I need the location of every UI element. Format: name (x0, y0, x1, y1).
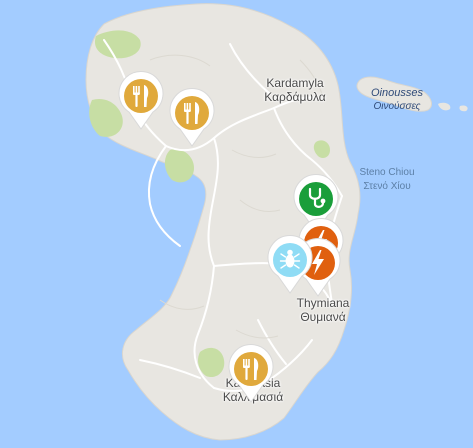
map-marker-restaurant[interactable] (116, 71, 166, 131)
map-view[interactable]: Kardamyla Καρδάμυλα Steno Chiou Στενό Χί… (0, 0, 473, 448)
fork-knife-icon (118, 71, 164, 130)
sea-label-steno-chiou-latin: Steno Chiou (359, 167, 415, 178)
place-label-thymiana: Thymiana Θυμιανά (278, 296, 368, 324)
place-label-kardamyla-greek: Καρδάμυλα (264, 90, 326, 104)
place-label-thymiana-greek: Θυμιανά (300, 310, 346, 324)
map-marker-pest-control[interactable] (265, 235, 315, 295)
fork-knife-icon (169, 88, 215, 147)
fork-knife-icon (228, 344, 274, 403)
place-label-kardamyla-latin: Kardamyla (266, 76, 324, 90)
bug-icon (267, 235, 313, 294)
sea-label-steno-chiou: Steno Chiou Στενό Χίου (342, 166, 432, 194)
map-marker-restaurant[interactable] (167, 88, 217, 148)
place-label-thymiana-latin: Thymiana (296, 296, 350, 310)
island-label-oinousses-latin: Oinousses (371, 87, 423, 99)
map-marker-restaurant[interactable] (226, 344, 276, 404)
sea-label-steno-chiou-greek: Στενό Χίου (363, 181, 411, 192)
island-label-oinousses: Oinousses Οινούσσες (352, 86, 442, 114)
island-label-oinousses-greek: Οινούσσες (373, 101, 421, 112)
place-label-kardamyla: Kardamyla Καρδάμυλα (250, 76, 340, 104)
